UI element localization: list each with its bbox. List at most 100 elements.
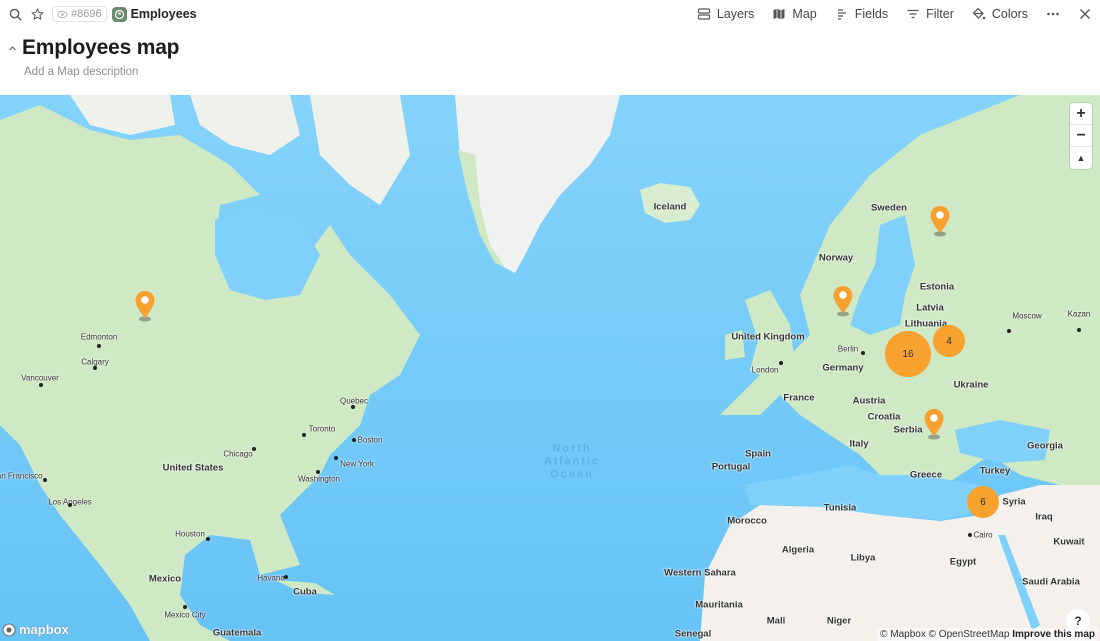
city-label-moscow: Moscow [1012,311,1042,321]
city-dot-calgary [93,366,97,370]
city-label-berlin: Berlin [837,344,859,354]
top-bar: #8696 Employees Layers Map Fields Filter… [0,0,1100,28]
city-label-edmonton: Edmonton [80,332,118,342]
city-label-kazan: Kazan [1067,309,1091,319]
city-dot-boston [352,438,356,442]
country-label-cuba: Cuba [293,586,317,598]
country-label-united-states: United States [162,462,224,474]
country-label-niger: Niger [826,615,852,627]
city-dot-washington [316,470,320,474]
fields-icon [837,9,846,20]
country-label-austria: Austria [852,395,886,407]
fields-button[interactable]: Fields [835,7,888,21]
paint-bucket-icon [972,7,986,20]
map-pin-finland[interactable] [929,205,951,237]
country-label-greece: Greece [909,469,943,481]
city-label-boston: Boston [357,435,383,445]
city-label-cairo: Cairo [973,530,993,540]
link-icon [57,10,68,18]
country-label-mauritania: Mauritania [695,599,743,611]
country-label-iceland: Iceland [653,201,687,213]
country-label-italy: Italy [849,438,869,450]
city-label-london: London [751,365,779,375]
mapbox-logo-icon [2,623,16,636]
collapse-chevron-icon[interactable] [6,42,18,54]
country-label-egypt: Egypt [949,556,977,568]
city-dot-toronto [302,433,306,437]
city-dot-moscow [1007,329,1011,333]
country-label-libya: Libya [850,552,876,564]
city-label-san-francisco: San Francisco [0,471,43,481]
zoom-in-button[interactable]: + [1070,103,1092,125]
title-row: Employees map [6,36,180,60]
more-options-button[interactable] [1046,7,1060,21]
map-pin-canada-saskatchewan[interactable] [134,290,156,322]
filter-label: Filter [926,7,954,21]
search-icon[interactable] [6,5,24,23]
country-label-serbia: Serbia [893,424,923,436]
close-button[interactable] [1078,7,1092,21]
ocean-label-north-atlantic: North Atlantic Ocean [543,442,601,481]
city-dot-havana [284,575,288,579]
city-dot-berlin [861,351,865,355]
layers-label: Layers [716,7,755,21]
mapbox-attribution-link[interactable]: © Mapbox [880,629,926,640]
country-label-western-sahara: Western Sahara [664,567,736,579]
country-label-ukraine: Ukraine [953,379,989,391]
country-label-france: France [783,392,815,404]
city-dot-new-york [334,456,338,460]
country-label-norway: Norway [818,252,854,264]
city-label-mexico-city: Mexico City [164,610,206,620]
city-dot-edmonton [97,344,101,348]
mapbox-logo[interactable]: mapbox [2,622,69,637]
country-label-mali: Mali [766,615,786,627]
country-label-mexico: Mexico [148,573,182,585]
page-title[interactable]: Employees map [22,36,180,60]
colors-button[interactable]: Colors [972,7,1028,21]
map-cluster-poland[interactable]: 16 [885,331,931,377]
close-icon [1080,9,1090,19]
zoom-out-button[interactable]: − [1070,125,1092,147]
country-label-iraq: Iraq [1035,511,1053,523]
star-icon[interactable] [28,5,46,23]
layers-button[interactable]: Layers [697,7,755,21]
city-dot-san-francisco [43,478,47,482]
city-dot-los-angeles [68,503,72,507]
country-label-senegal: Senegal [674,628,712,640]
country-label-estonia: Estonia [919,281,955,293]
city-label-new-york: New York [340,459,374,469]
country-label-portugal: Portugal [711,461,751,473]
map-basemap [0,95,1100,641]
country-label-croatia: Croatia [867,411,901,423]
map-canvas[interactable]: North Atlantic Ocean Iceland Sweden Norway Est… [0,95,1100,641]
city-dot-london [779,361,783,365]
osm-attribution-link[interactable]: © OpenStreetMap [929,629,1010,640]
layers-icon [697,8,710,20]
country-label-tunisia: Tunisia [823,502,857,514]
city-dot-kazan [1077,328,1081,332]
country-label-georgia: Georgia [1027,440,1063,452]
compass-button[interactable]: ▲ [1070,147,1092,169]
map-description-input[interactable]: Add a Map description [24,66,138,78]
map-cluster-cyprus[interactable]: 6 [967,486,999,518]
view-id-tag[interactable]: #8696 [52,6,107,22]
filter-button[interactable]: Filter [906,7,954,21]
colors-label: Colors [991,7,1028,21]
city-label-vancouver: Vancouver [21,373,59,383]
map-label: Map [792,7,817,21]
map-button[interactable]: Map [772,7,817,21]
country-label-kuwait: Kuwait [1053,536,1085,548]
map-pin-romania[interactable] [923,408,945,440]
map-cluster-belarus[interactable]: 4 [933,325,965,357]
filter-icon [907,9,919,19]
country-label-guatemala: Guatemala [212,627,262,639]
city-dot-quebec [351,405,355,409]
more-icon [1047,12,1059,16]
city-label-quebec: Quebec [339,396,369,406]
map-pin-denmark[interactable] [832,285,854,317]
country-label-turkey: Turkey [979,465,1011,477]
city-label-chicago: Chicago [223,449,253,459]
improve-map-link[interactable]: Improve this map [1012,629,1095,640]
database-name[interactable]: Employees [131,7,197,21]
fields-label: Fields [854,7,889,21]
